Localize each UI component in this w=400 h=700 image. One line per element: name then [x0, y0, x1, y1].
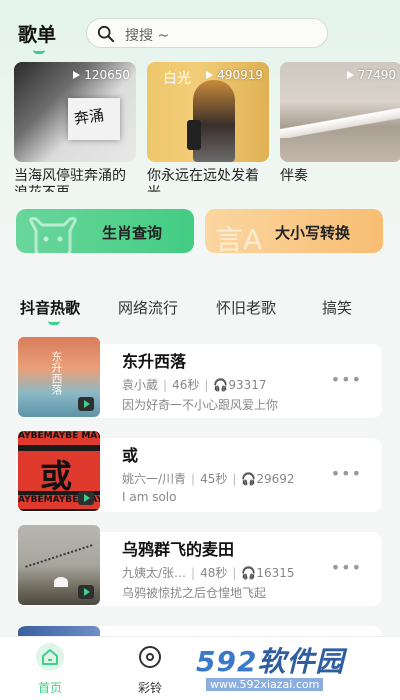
song-title: 或 [122, 446, 139, 465]
song-meta: 袁小葳 | 46秒 | 🎧93317 [122, 378, 267, 392]
play-icon[interactable] [78, 397, 94, 411]
more-icon[interactable]: ••• [331, 558, 362, 577]
song-meta: 姚六一/川青 | 45秒 | 🎧29692 [122, 472, 295, 486]
song-desc: 乌鸦被惊扰之后仓惶地飞起 [122, 586, 267, 600]
song-duration: 46秒 [172, 378, 200, 392]
ox-icon [29, 217, 77, 253]
song-cover: 东升西落 [18, 337, 100, 417]
play-icon[interactable] [78, 585, 94, 599]
song-row[interactable]: AYBEMAYBE MAYBE 或 AYBEMAYBE MAYBE 或 姚六一/… [16, 431, 382, 512]
tab-douyin-hits[interactable]: 抖音热歌 [20, 297, 80, 318]
play-count-icon [206, 71, 214, 79]
watermark-url: www.592xiazai.com [206, 678, 324, 691]
song-row[interactable]: 东升西落 东升西落 袁小葳 | 46秒 | 🎧93317 因为好奇一不小心跟风爱上你 •… [16, 337, 382, 418]
tab-network-popular[interactable]: 网络流行 [118, 297, 178, 318]
nav-home-label: 首页 [37, 681, 62, 695]
search-icon [97, 25, 115, 43]
headphone-icon: 🎧 [241, 472, 257, 486]
song-artist: 九姨太/张… [122, 566, 187, 580]
song-desc: I am solo [122, 490, 177, 504]
headphone-icon: 🎧 [241, 566, 257, 580]
song-row[interactable]: 乌鸦群飞的麦田 九姨太/张… | 48秒 | 🎧16315 乌鸦被惊扰之后仓惶地飞起 •… [16, 525, 382, 606]
svg-text:言A: 言A [215, 223, 262, 253]
zodiac-query-button[interactable]: 生肖查询 [16, 209, 194, 253]
playlist-card[interactable]: 77490 伴奏 [280, 62, 400, 192]
headphone-icon: 🎧 [213, 378, 229, 392]
playlist-name: 你永远在远处发着光 [147, 168, 259, 192]
play-count: 77490 [346, 68, 396, 82]
nav-home[interactable]: 首页 [20, 643, 80, 696]
song-desc: 因为好奇一不小心跟风爱上你 [122, 398, 279, 412]
home-icon [36, 643, 64, 671]
song-title: 乌鸦群飞的麦田 [122, 540, 235, 559]
playlist-name: 伴奏 [280, 168, 308, 184]
zodiac-query-label: 生肖查询 [102, 224, 163, 242]
song-artist: 姚六一/川青 [122, 472, 187, 486]
page-title: 歌单 [18, 24, 57, 46]
song-artist: 袁小葳 [122, 378, 159, 392]
search-placeholder: 搜搜 ~ [125, 28, 170, 44]
playlist-cover: 奔涌 120650 [14, 62, 136, 162]
song-cover: AYBEMAYBE MAYBE 或 AYBEMAYBE MAYBE [18, 431, 100, 511]
case-convert-button[interactable]: 言A 大小写转换 [205, 209, 383, 253]
cover-text: 奔涌 [72, 105, 106, 128]
song-duration: 45秒 [200, 472, 228, 486]
cover-text: 白光 [163, 71, 191, 87]
top-header: 歌单 搜搜 ~ [0, 14, 400, 54]
play-count-icon [73, 71, 81, 79]
more-icon[interactable]: ••• [331, 464, 362, 483]
song-duration: 48秒 [200, 566, 228, 580]
cover-text: 或 [40, 457, 73, 495]
tab-nostalgic[interactable]: 怀旧老歌 [216, 297, 276, 318]
title-indicator [33, 50, 45, 54]
case-convert-icon: 言A [215, 223, 262, 253]
watermark-logo: 592软件园 [196, 645, 345, 678]
cover-text: 东升西落 [50, 351, 63, 395]
watermark: 592软件园 www.592xiazai.com [196, 640, 400, 696]
song-cover [18, 525, 100, 605]
playlist-cover: 77490 [280, 62, 400, 162]
playlist-cover: 白光 490919 [147, 62, 269, 162]
song-plays: 93317 [228, 378, 267, 392]
playlist-card[interactable]: 白光 490919 你永远在远处发着光 [147, 62, 269, 192]
more-icon[interactable]: ••• [331, 370, 362, 389]
tab-funny[interactable]: 搞笑 [322, 297, 352, 318]
song-meta: 九姨太/张… | 48秒 | 🎧16315 [122, 566, 295, 580]
search-input[interactable]: 搜搜 ~ [86, 18, 328, 48]
nav-ringtone-label: 彩铃 [137, 681, 162, 695]
playlist-carousel[interactable]: 奔涌 120650 当海风停驻奔涌的浪花不再… 白光 490919 你永远在远处… [0, 62, 400, 192]
song-plays: 16315 [256, 566, 295, 580]
tab-indicator [48, 321, 60, 325]
category-tabs: 抖音热歌 网络流行 怀旧老歌 搞笑 [0, 293, 400, 325]
play-icon[interactable] [78, 491, 94, 505]
play-count: 490919 [206, 68, 263, 82]
nav-ringtone[interactable]: 彩铃 [120, 643, 180, 696]
song-plays: 29692 [256, 472, 295, 486]
playlist-name: 当海风停驻奔涌的浪花不再… [14, 168, 126, 192]
disc-icon [139, 646, 161, 668]
case-convert-label: 大小写转换 [275, 224, 351, 242]
song-title: 东升西落 [122, 352, 187, 371]
play-count-icon [346, 71, 354, 79]
play-count: 120650 [73, 68, 130, 82]
playlist-card[interactable]: 奔涌 120650 当海风停驻奔涌的浪花不再… [14, 62, 136, 192]
